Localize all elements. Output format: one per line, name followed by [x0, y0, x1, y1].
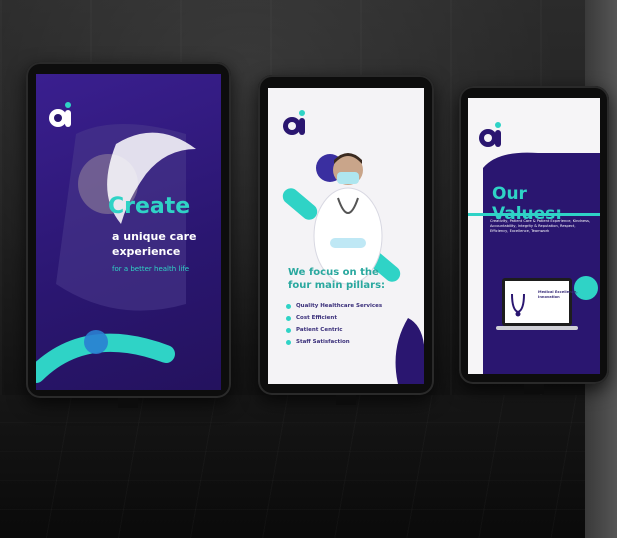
laptop-screen-text: Medical Excellence, Innovation: [538, 290, 578, 299]
lightbox-stand-middle: [336, 395, 356, 405]
values-list: Creativity, Patient Care & Patient Exper…: [490, 219, 591, 233]
pillars-list: Quality Healthcare Services Cost Efficie…: [286, 300, 382, 348]
bullet-icon: [286, 315, 291, 321]
lightbox-stand-right: [524, 384, 544, 394]
poster-pillars: We focus on the four main pillars: Quali…: [268, 88, 424, 384]
poster-subtitle: a unique care experience: [112, 230, 197, 258]
poster-create: Create a unique care experience for a be…: [36, 74, 221, 390]
floor-tiles: [0, 395, 617, 538]
lightbox-stand-left: [118, 398, 138, 408]
poster-title: Create: [108, 194, 191, 219]
hospital-posters-mockup: Create a unique care experience for a be…: [0, 0, 617, 538]
ai-logo-icon: [476, 120, 506, 150]
list-item: Patient Centric: [286, 324, 382, 336]
ai-logo-icon: [46, 100, 76, 130]
bullet-icon: [286, 339, 291, 345]
bullet-icon: [286, 327, 291, 333]
pillars-heading: We focus on the four main pillars:: [288, 267, 386, 291]
values-heading: Our Values:: [492, 184, 563, 224]
list-item: Quality Healthcare Services: [286, 300, 382, 312]
list-item: Cost Efficient: [286, 312, 382, 324]
ai-logo-icon: [280, 108, 310, 138]
poster-values: Our Values: Creativity, Patient Care & P…: [468, 98, 600, 374]
poster-tagline: for a better health life: [112, 265, 190, 273]
list-item: Staff Satisfaction: [286, 336, 382, 348]
bullet-icon: [286, 303, 291, 309]
